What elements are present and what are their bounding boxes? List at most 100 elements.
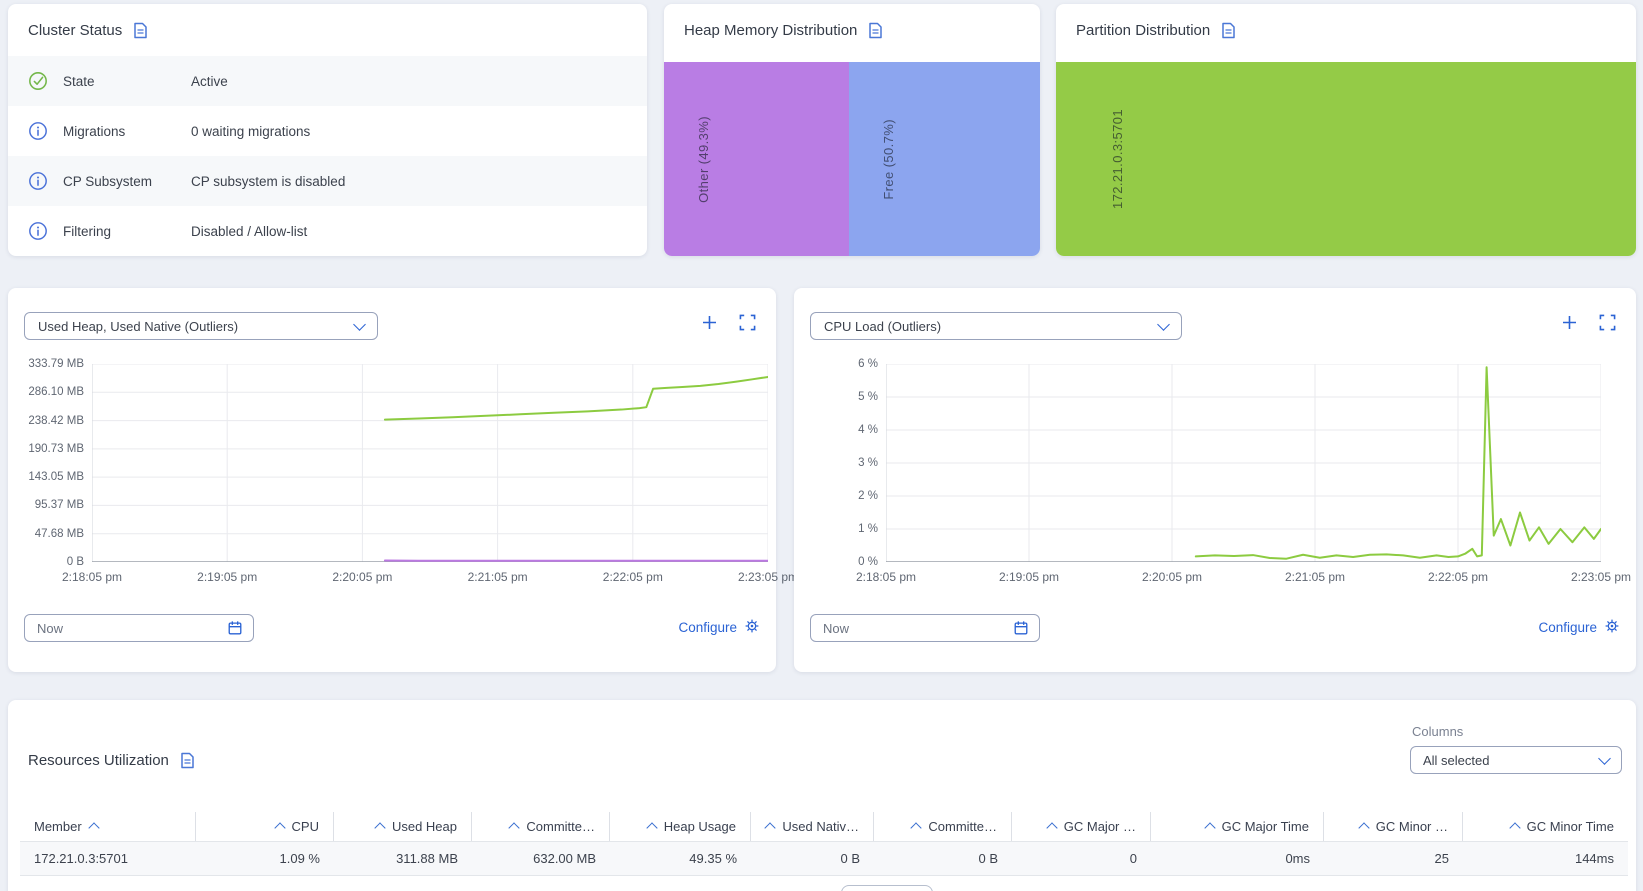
status-label: Filtering xyxy=(63,223,112,239)
heap-distribution-title: Heap Memory Distribution xyxy=(684,21,858,39)
series-used-heap xyxy=(385,377,768,420)
y-tick-label: 47.68 MB xyxy=(34,527,84,540)
partition-distribution-chart: 172.21.0.3:5701 xyxy=(1056,62,1636,256)
column-header-label: Member xyxy=(34,819,82,834)
y-tick-label: 6 % xyxy=(858,358,878,370)
y-tick-label: 143.05 MB xyxy=(28,471,84,484)
x-tick-label: 2:18:05 pm xyxy=(855,570,917,584)
y-tick-label: 238.42 MB xyxy=(28,414,84,427)
partition-distribution-card: Partition Distribution 172.21.0.3:5701 xyxy=(1056,4,1636,256)
configure-label: Configure xyxy=(678,620,737,635)
sort-chevron-icon xyxy=(646,821,658,834)
document-icon[interactable] xyxy=(180,752,195,769)
fullscreen-icon[interactable] xyxy=(739,314,756,331)
status-label: CP Subsystem xyxy=(63,173,153,189)
sort-chevron-icon xyxy=(1358,821,1370,834)
plot-area xyxy=(92,364,768,562)
cpu-load-chart-card: CPU Load (Outliers) 6 % 5 % 4 % 3 % 2 % 1 % 0 … xyxy=(794,288,1636,672)
y-tick-label: 286.10 MB xyxy=(28,386,84,399)
pagination-control[interactable] xyxy=(841,885,933,891)
document-icon[interactable] xyxy=(1221,22,1236,39)
column-header-label: GC Minor … xyxy=(1375,819,1448,834)
x-tick-label: 2:20:05 pm xyxy=(332,570,393,584)
x-tick-label: 2:23:05 pm xyxy=(737,570,799,584)
x-tick-label: 2:19:05 pm xyxy=(197,570,258,584)
calendar-icon[interactable] xyxy=(227,620,243,636)
status-label: Migrations xyxy=(63,123,126,139)
y-tick-label: 0 % xyxy=(858,556,878,568)
calendar-icon[interactable] xyxy=(1013,620,1029,636)
y-axis-labels: 333.79 MB 286.10 MB 238.42 MB 190.73 MB 143.… xyxy=(0,358,84,568)
columns-select[interactable]: All selected xyxy=(1410,746,1622,774)
column-header-member[interactable]: Member xyxy=(20,812,196,841)
column-header-gc-major-time[interactable]: GC Major Time xyxy=(1151,812,1324,841)
heap-segment-free[interactable]: Free (50.7%) xyxy=(849,62,1040,256)
status-row-state: State Active xyxy=(8,56,647,106)
time-picker-input[interactable] xyxy=(35,619,227,637)
chevron-down-icon xyxy=(353,317,366,331)
column-header-gc-major[interactable]: GC Major … xyxy=(1012,812,1151,841)
column-header-label: Committe… xyxy=(928,819,997,834)
y-tick-label: 3 % xyxy=(858,457,878,469)
check-circle-icon xyxy=(28,71,48,91)
configure-link[interactable]: Configure xyxy=(678,618,760,637)
sort-chevron-icon xyxy=(910,821,923,834)
time-picker[interactable] xyxy=(810,614,1040,642)
document-icon[interactable] xyxy=(133,22,148,39)
table-cell: 0 B xyxy=(840,851,860,866)
sort-chevron-icon xyxy=(508,821,521,834)
time-picker-input[interactable] xyxy=(821,619,1013,637)
gear-icon xyxy=(1604,618,1620,637)
metric-selector[interactable]: CPU Load (Outliers) xyxy=(810,312,1182,340)
y-axis-labels: 6 % 5 % 4 % 3 % 2 % 1 % 0 % xyxy=(794,358,878,568)
y-tick-label: 1 % xyxy=(858,523,878,535)
column-header-heap-usage[interactable]: Heap Usage xyxy=(610,812,751,841)
used-heap-line-chart: 333.79 MB 286.10 MB 238.42 MB 190.73 MB 143.… xyxy=(28,358,798,584)
table-row[interactable]: 172.21.0.3:5701 1.09 % 311.88 MB 632.00 MB 4… xyxy=(20,842,1628,876)
metric-selector[interactable]: Used Heap, Used Native (Outliers) xyxy=(24,312,378,340)
column-header-committe[interactable]: Committe… xyxy=(874,812,1012,841)
column-header-label: Used Heap xyxy=(391,819,457,834)
metric-selector-value: CPU Load (Outliers) xyxy=(824,318,942,334)
y-tick-label: 333.79 MB xyxy=(28,358,84,370)
column-header-committe[interactable]: Committe… xyxy=(472,812,610,841)
add-chart-icon[interactable] xyxy=(1561,314,1578,331)
heap-segment-other[interactable]: Other (49.3%) xyxy=(664,62,850,256)
fullscreen-icon[interactable] xyxy=(1599,314,1616,331)
status-value: CP subsystem is disabled xyxy=(191,173,346,189)
x-tick-label: 2:23:05 pm xyxy=(1570,570,1632,584)
column-header-used-heap[interactable]: Used Heap xyxy=(334,812,472,841)
add-chart-icon[interactable] xyxy=(701,314,718,331)
column-header-cpu[interactable]: CPU xyxy=(196,812,334,841)
y-tick-label: 0 B xyxy=(66,556,84,568)
status-value: 0 waiting migrations xyxy=(191,123,311,139)
y-tick-label: 2 % xyxy=(858,489,878,502)
time-picker[interactable] xyxy=(24,614,254,642)
x-tick-label: 2:21:05 pm xyxy=(467,570,528,584)
heap-distribution-header: Heap Memory Distribution xyxy=(664,4,1040,56)
cpu-load-line-chart: 6 % 5 % 4 % 3 % 2 % 1 % 0 % 2:18:05 pm 2:19:05 … xyxy=(856,358,1631,584)
table-cell: 1.09 % xyxy=(279,851,320,866)
status-value: Active xyxy=(191,73,228,89)
heap-memory-distribution-card: Heap Memory Distribution Other (49.3%) F… xyxy=(664,4,1040,256)
x-tick-label: 2:22:05 pm xyxy=(602,570,663,584)
column-header-label: Committe… xyxy=(526,819,595,834)
table-cell: 0ms xyxy=(1285,851,1310,866)
table-cell: 144ms xyxy=(1574,851,1614,866)
segment-label: Other (49.3%) xyxy=(696,115,711,203)
column-header-used-nativ[interactable]: Used Nativ… xyxy=(751,812,874,841)
column-header-gc-minor[interactable]: GC Minor … xyxy=(1324,812,1463,841)
sort-chevron-icon xyxy=(1046,821,1058,834)
column-header-gc-minor-time[interactable]: GC Minor Time xyxy=(1463,812,1628,841)
status-label: State xyxy=(63,73,95,89)
table-cell: 0 B xyxy=(978,851,998,866)
partition-segment-member[interactable]: 172.21.0.3:5701 xyxy=(1056,62,1636,256)
status-value: Disabled / Allow-list xyxy=(191,223,308,239)
column-header-label: GC Minor Time xyxy=(1526,819,1614,834)
table-cell: 25 xyxy=(1434,851,1449,866)
columns-label: Columns xyxy=(1412,724,1464,739)
columns-select-value: All selected xyxy=(1423,752,1490,768)
column-header-label: Used Nativ… xyxy=(782,819,859,834)
document-icon[interactable] xyxy=(868,22,883,39)
configure-link[interactable]: Configure xyxy=(1538,618,1620,637)
